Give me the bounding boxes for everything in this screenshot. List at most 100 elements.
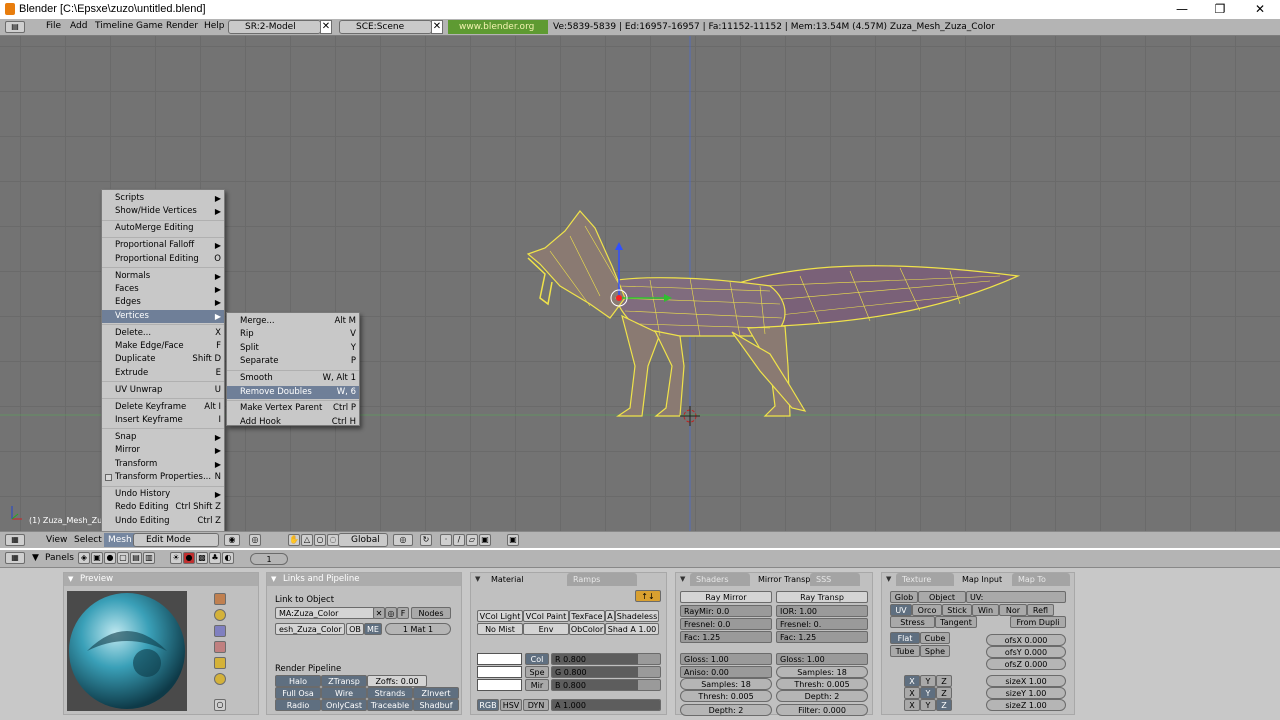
tab-texture[interactable]: Texture [896, 573, 954, 586]
unlink-icon[interactable]: ✕ [373, 607, 385, 619]
texture-icon[interactable]: ▩ [196, 552, 208, 564]
close-button[interactable]: ✕ [1240, 0, 1280, 19]
shadeless-button[interactable]: Shadeless [615, 610, 659, 622]
editor-type-icon[interactable]: ▦ [5, 534, 25, 546]
tab-ramps[interactable]: Ramps [567, 573, 637, 586]
panels-menu[interactable]: Panels [45, 551, 74, 565]
limit-selection-icon[interactable]: ▣ [479, 534, 491, 546]
menu-item-split[interactable]: Split Y [227, 342, 359, 355]
preview-sphere-icon[interactable] [214, 609, 226, 621]
menu-item-scripts[interactable]: Scripts ▶ [102, 192, 224, 205]
red-slider[interactable]: R 0.800 [551, 653, 661, 665]
menu-item-merge[interactable]: Merge... Alt M [227, 315, 359, 328]
3d-viewport[interactable]: (1) Zuza_Mesh_Zuza_C Scripts ▶ Show/Hide V… [0, 36, 1280, 531]
radio-button[interactable]: Radio [275, 699, 321, 711]
ior-transp-field[interactable]: IOR: 1.00 [776, 605, 868, 617]
menu-item-undo-editing[interactable]: Undo Editing Ctrl Z [102, 515, 224, 528]
menu-item-duplicate[interactable]: Duplicate Shift D [102, 353, 224, 366]
delete-screen-button[interactable]: ✕ [320, 20, 332, 34]
mesh-name-field[interactable]: esh_Zuza_Color [275, 623, 345, 635]
fac-transp-field[interactable]: Fac: 1.25 [776, 631, 868, 643]
preview-sky-icon[interactable] [214, 673, 226, 685]
editor-type-icon[interactable]: ▤ [5, 21, 25, 33]
map-z-toggle[interactable]: Z [936, 699, 952, 711]
draw-type-icon[interactable]: ◉ [224, 534, 240, 546]
menu-item-show-hide-vertices[interactable]: Show/Hide Vertices ▶ [102, 205, 224, 218]
map-y-toggle[interactable]: Y [920, 687, 936, 699]
zinvert-button[interactable]: ZInvert [413, 687, 459, 699]
green-slider[interactable]: G 0.800 [551, 666, 661, 678]
menu-file[interactable]: File [46, 21, 61, 31]
mir-button[interactable]: Mir [525, 679, 549, 691]
blue-slider[interactable]: B 0.800 [551, 679, 661, 691]
env-button[interactable]: Env [523, 623, 569, 635]
stress-button[interactable]: Stress [890, 616, 935, 628]
hand-icon[interactable]: ✋ [288, 534, 300, 546]
menu-item-mirror[interactable]: Mirror ▶ [102, 444, 224, 457]
menu-item-undo-history[interactable]: Undo History ▶ [102, 488, 224, 501]
full-osa-button[interactable]: Full Osa [275, 687, 321, 699]
a-button[interactable]: A [605, 610, 615, 622]
logic-icon[interactable]: ◈ [78, 552, 90, 564]
menu-item-make-edge-face[interactable]: Make Edge/Face F [102, 340, 224, 353]
vertex-select-icon[interactable]: · [440, 534, 452, 546]
depth-transp-field[interactable]: Depth: 2 [776, 690, 868, 702]
tangent-button[interactable]: Tangent [935, 616, 977, 628]
menu-mesh[interactable]: Mesh [104, 533, 136, 547]
glob-button[interactable]: Glob [890, 591, 918, 603]
menu-item-automerge-editing[interactable]: AutoMerge Editing [102, 222, 224, 235]
preview-cube-icon[interactable] [214, 625, 226, 637]
ztransp-button[interactable]: ZTransp [321, 675, 367, 687]
menu-item-make-vertex-parent[interactable]: Make Vertex Parent Ctrl P [227, 402, 359, 415]
menu-help[interactable]: Help [204, 21, 225, 31]
strands-button[interactable]: Strands [367, 687, 413, 699]
gloss-mirror-field[interactable]: Gloss: 1.00 [680, 653, 772, 665]
fake-user-icon[interactable]: ◎ [385, 607, 397, 619]
halo-button[interactable]: Halo [275, 675, 321, 687]
face-select-icon[interactable]: ▱ [466, 534, 478, 546]
ofsx-field[interactable]: ofsX 0.000 [986, 634, 1066, 646]
obcolor-button[interactable]: ObColor [569, 623, 605, 635]
gloss-transp-field[interactable]: Gloss: 1.00 [776, 653, 868, 665]
map-y-toggle[interactable]: Y [920, 699, 936, 711]
map-y-toggle[interactable]: Y [920, 675, 936, 687]
dyn-button[interactable]: DYN [523, 699, 549, 711]
f-button[interactable]: F [397, 607, 409, 619]
mirror-swatch[interactable] [477, 679, 522, 691]
edge-select-icon[interactable]: / [453, 534, 465, 546]
menu-item-uv-unwrap[interactable]: UV Unwrap U [102, 384, 224, 397]
sizey-field[interactable]: sizeY 1.00 [986, 687, 1066, 699]
orientation-selector[interactable]: Global [338, 533, 388, 547]
menu-item-snap[interactable]: Snap ▶ [102, 431, 224, 444]
object-button[interactable]: Object [918, 591, 966, 603]
menu-item-remove-doubles[interactable]: Remove Doubles W, 6 [227, 385, 359, 399]
map-x-toggle[interactable]: X [904, 699, 920, 711]
menu-item-transform[interactable]: Transform ▶ [102, 458, 224, 471]
menu-game[interactable]: Game [136, 21, 163, 31]
object-icon[interactable]: ▢ [117, 552, 129, 564]
texface-button[interactable]: TexFace [569, 610, 605, 622]
cube-button[interactable]: Cube [920, 632, 950, 644]
traceable-button[interactable]: Traceable [367, 699, 413, 711]
nodes-button[interactable]: Nodes [411, 607, 451, 619]
nor-button[interactable]: Nor [999, 604, 1027, 616]
menu-item-proportional-editing[interactable]: Proportional Editing O [102, 253, 224, 266]
map-z-toggle[interactable]: Z [936, 687, 952, 699]
mode-selector[interactable]: Edit Mode [133, 533, 219, 547]
ray-mirror-button[interactable]: Ray Mirror [680, 591, 772, 603]
shadbuf-button[interactable]: Shadbuf [413, 699, 459, 711]
ob-button[interactable]: OB [346, 623, 364, 635]
pivot-icon[interactable]: ◎ [249, 534, 261, 546]
menu-view[interactable]: View [46, 533, 67, 547]
menu-item-insert-keyframe[interactable]: Insert Keyframe I [102, 414, 224, 427]
menu-timeline[interactable]: Timeline [95, 21, 133, 31]
checkbox-icon[interactable] [105, 474, 112, 482]
menu-item-extrude[interactable]: Extrude E [102, 367, 224, 380]
map-z-toggle[interactable]: Z [936, 675, 952, 687]
refl-button[interactable]: Refl [1027, 604, 1054, 616]
render-icon[interactable]: ▣ [507, 534, 519, 546]
minimize-button[interactable]: — [1162, 0, 1202, 19]
lamp-icon[interactable]: ☀ [170, 552, 182, 564]
from-dupli-button[interactable]: From Dupli [1010, 616, 1066, 628]
menu-add[interactable]: Add [70, 21, 87, 31]
